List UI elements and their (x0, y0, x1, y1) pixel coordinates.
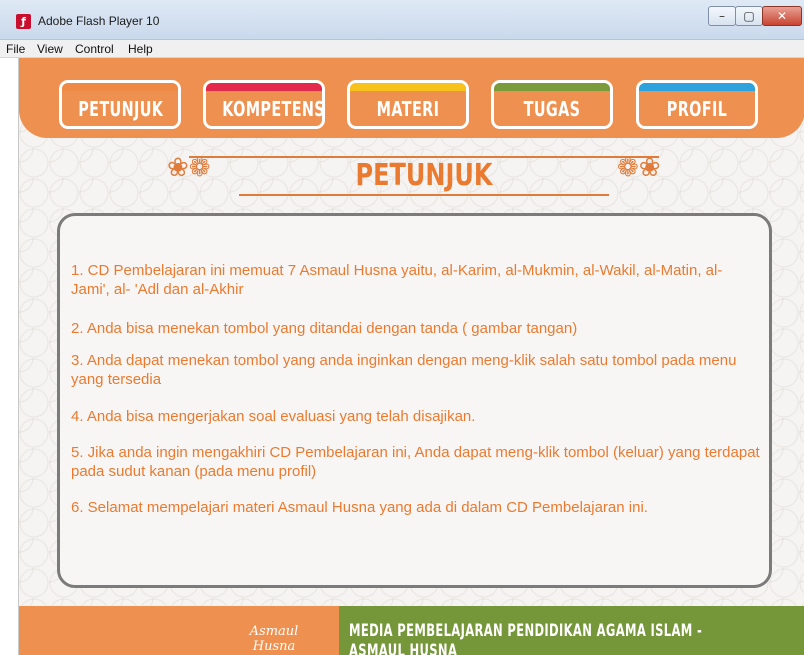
section-title: PETUNJUK (355, 158, 493, 193)
nav-label: TUGAS (523, 97, 581, 121)
nav-label: PETUNJUK (78, 97, 164, 121)
close-button[interactable]: ✕ (762, 6, 802, 26)
nav-profil-button[interactable]: PROFIL (636, 80, 758, 129)
nav-strip (494, 83, 610, 91)
instruction-item: 6. Selamat mempelajari materi Asmaul Hus… (71, 499, 648, 516)
instructions-panel: 1. CD Pembelajaran ini memuat 7 Asmaul H… (57, 213, 772, 588)
flower-ornament-left-icon: ❀❁ (167, 153, 211, 183)
nav-petunjuk-button[interactable]: PETUNJUK (59, 80, 181, 129)
banner-bottom-line (239, 194, 609, 196)
nav-label: MATERI (376, 97, 440, 121)
instruction-item: 2. Anda bisa menekan tombol yang ditanda… (71, 320, 578, 337)
menu-help[interactable]: Help (128, 42, 153, 56)
flash-stage: PETUNJUK KOMPETENSI MATERI TUGAS PROFIL … (18, 58, 804, 655)
nav-kompetensi-button[interactable]: KOMPETENSI (203, 80, 325, 129)
nav-strip (350, 83, 466, 91)
nav-strip (206, 83, 322, 91)
instruction-item: 5. Jika anda ingin mengakhiri CD Pembela… (71, 444, 760, 480)
nav-label: PROFIL (666, 97, 728, 121)
instruction-item: 4. Anda bisa mengerjakan soal evaluasi y… (71, 408, 476, 425)
asmaul-husna-logo: Asmaul Husna (249, 624, 299, 654)
window-title: Adobe Flash Player 10 (38, 14, 160, 28)
instruction-item: 3. Anda dapat menekan tombol yang anda i… (71, 352, 737, 388)
flash-icon: ƒ (16, 14, 31, 29)
instruction-item: 1. CD Pembelajaran ini memuat 7 Asmaul H… (71, 262, 723, 298)
flower-ornament-right-icon: ❁❀ (617, 153, 661, 183)
minimize-button[interactable]: – (708, 6, 736, 26)
window-titlebar: ƒ Adobe Flash Player 10 – ▢ ✕ (0, 0, 804, 40)
nav-label: KOMPETENSI (222, 97, 325, 121)
menubar: File View Control Help (0, 40, 804, 58)
nav-strip (62, 83, 178, 91)
nav-strip (639, 83, 755, 91)
nav-materi-button[interactable]: MATERI (347, 80, 469, 129)
footer-caption: MEDIA PEMBELAJARAN PENDIDIKAN AGAMA ISLA… (349, 621, 703, 655)
nav-tugas-button[interactable]: TUGAS (491, 80, 613, 129)
menu-view[interactable]: View (37, 42, 63, 56)
menu-control[interactable]: Control (75, 42, 114, 56)
menu-file[interactable]: File (6, 42, 25, 56)
maximize-button[interactable]: ▢ (735, 6, 763, 26)
